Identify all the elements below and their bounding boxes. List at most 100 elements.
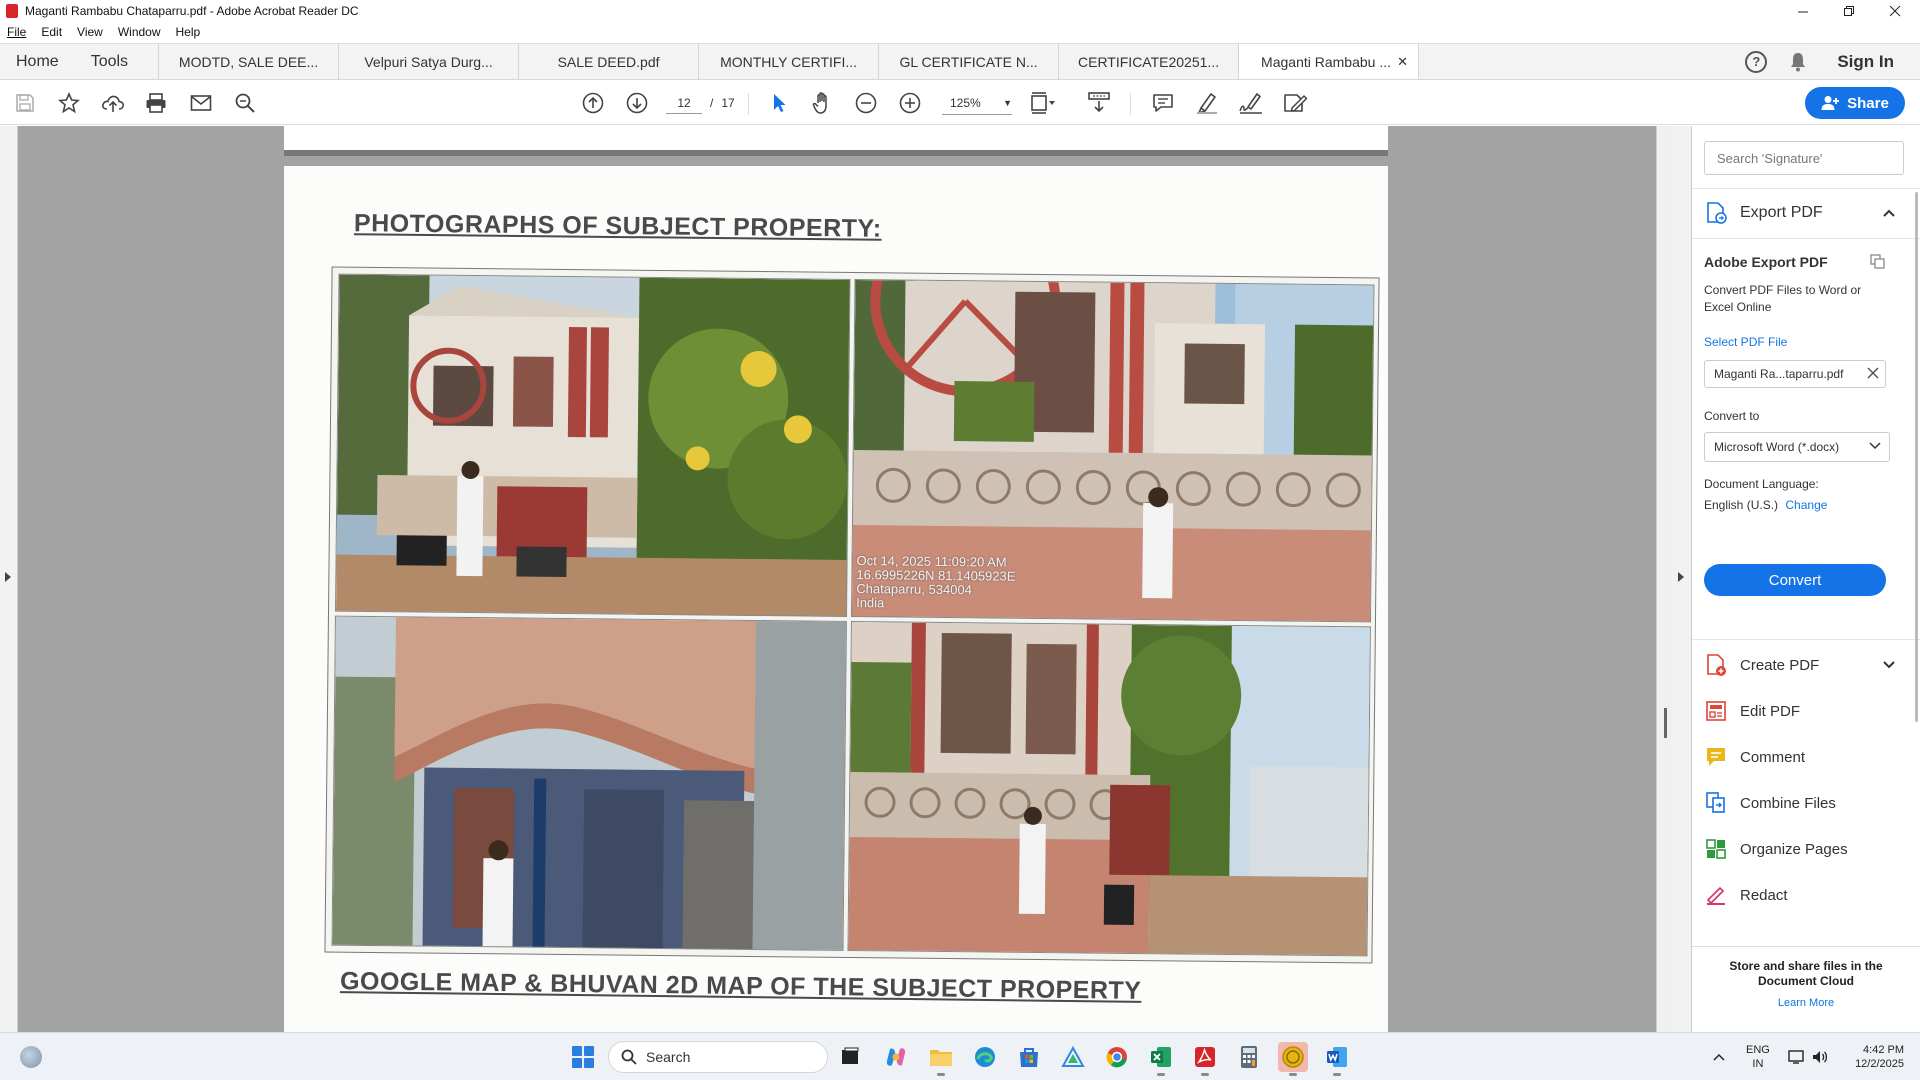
right-panel-collapse[interactable] xyxy=(1672,126,1692,1032)
tool-redact[interactable]: Redact xyxy=(1704,880,1904,910)
tab-tools[interactable]: Tools xyxy=(75,44,160,79)
tools-pane-scrollbar[interactable] xyxy=(1915,192,1918,722)
tab-close-icon[interactable]: ✕ xyxy=(1397,54,1408,70)
word-icon[interactable] xyxy=(1322,1042,1352,1076)
taskbar-search[interactable]: Search xyxy=(608,1041,828,1073)
acrobat-reader-taskbar-icon[interactable] xyxy=(1190,1042,1220,1076)
document-viewport[interactable]: PHOTOGRAPHS OF SUBJECT PROPERTY: Oct 14,… xyxy=(0,126,1680,1032)
doc-tab-active[interactable]: Maganti Rambabu ... ✕ xyxy=(1239,44,1420,79)
coin-app-icon[interactable] xyxy=(1278,1042,1308,1076)
doc-tab[interactable]: MODTD, SALE DEE... xyxy=(159,44,340,79)
hand-icon[interactable] xyxy=(810,91,836,115)
chevron-up-icon[interactable] xyxy=(1882,205,1896,221)
select-arrow-icon[interactable] xyxy=(766,91,792,115)
map-app-icon[interactable] xyxy=(1058,1042,1088,1072)
more-tools-icon[interactable] xyxy=(1282,91,1308,115)
network-icon[interactable] xyxy=(1788,1033,1806,1080)
doc-tab[interactable]: GL CERTIFICATE N... xyxy=(879,44,1060,79)
tool-label: Organize Pages xyxy=(1740,840,1848,858)
export-pdf-section-header[interactable]: Export PDF xyxy=(1704,198,1904,228)
doc-tab[interactable]: MONTHLY CERTIFI... xyxy=(699,44,880,79)
volume-icon[interactable] xyxy=(1812,1033,1828,1080)
system-clock[interactable]: 4:42 PM 12/2/2025 xyxy=(1840,1043,1904,1071)
scroll-mode-icon[interactable] xyxy=(1086,91,1112,115)
convert-button[interactable]: Convert xyxy=(1704,564,1886,596)
total-pages: 17 xyxy=(721,96,735,110)
restore-icon[interactable] xyxy=(1826,0,1872,22)
chrome-browser-icon[interactable] xyxy=(1102,1042,1132,1072)
menu-view[interactable]: View xyxy=(77,25,103,39)
edge-browser-icon[interactable] xyxy=(970,1042,1000,1072)
tool-create-pdf[interactable]: Create PDF xyxy=(1704,650,1904,680)
zoom-search-icon[interactable] xyxy=(232,91,258,115)
task-view-icon[interactable] xyxy=(835,1042,865,1072)
title-bar: Maganti Rambabu Chataparru.pdf - Adobe A… xyxy=(0,0,1920,22)
fit-page-icon[interactable] xyxy=(1030,91,1056,115)
menu-help[interactable]: Help xyxy=(176,25,201,39)
weather-widget-icon[interactable] xyxy=(20,1046,42,1068)
print-icon[interactable] xyxy=(143,91,169,115)
photos-heading: PHOTOGRAPHS OF SUBJECT PROPERTY: xyxy=(353,209,882,243)
property-photo-side: Oct 14, 2025 11:09:20 AM 16.6995226N 81.… xyxy=(850,279,1375,623)
tab-home[interactable]: Home xyxy=(0,44,75,79)
zoom-out-icon[interactable] xyxy=(853,91,879,115)
chevron-down-icon[interactable] xyxy=(1882,657,1896,673)
learn-more-link[interactable]: Learn More xyxy=(1706,997,1906,1009)
menu-file[interactable]: File xyxy=(7,25,26,39)
left-panel-toggle[interactable] xyxy=(0,126,18,1032)
tools-pane: Search 'Signature' Export PDF Adobe Expo… xyxy=(1692,126,1920,1032)
copilot-icon[interactable] xyxy=(881,1042,911,1072)
export-title: Adobe Export PDF xyxy=(1704,254,1828,270)
tab-bar: Home Tools MODTD, SALE DEE... Velpuri Sa… xyxy=(0,43,1920,80)
calculator-icon[interactable] xyxy=(1234,1042,1264,1072)
share-label: Share xyxy=(1847,94,1889,112)
tool-combine-files[interactable]: Combine Files xyxy=(1704,788,1904,818)
microsoft-store-icon[interactable] xyxy=(1014,1042,1044,1072)
doc-tab-label: Maganti Rambabu ... xyxy=(1261,53,1392,70)
save-icon[interactable] xyxy=(12,91,38,115)
excel-icon[interactable] xyxy=(1146,1042,1176,1076)
menu-window[interactable]: Window xyxy=(118,25,161,39)
upload-cloud-icon[interactable] xyxy=(100,91,126,115)
current-page-input[interactable]: 12 xyxy=(666,92,702,114)
show-hidden-icons-chevron[interactable] xyxy=(1712,1033,1726,1080)
doc-tab[interactable]: Velpuri Satya Durg... xyxy=(339,44,520,79)
notification-bell-icon[interactable] xyxy=(1789,52,1807,72)
tool-label: Edit PDF xyxy=(1740,702,1801,720)
clear-file-icon[interactable] xyxy=(1867,366,1879,382)
start-button-icon[interactable] xyxy=(572,1046,594,1068)
tool-organize-pages[interactable]: Organize Pages xyxy=(1704,834,1904,864)
change-language-link[interactable]: Change xyxy=(1785,498,1827,512)
select-pdf-file-link[interactable]: Select PDF File xyxy=(1704,335,1787,349)
doc-tab[interactable]: SALE DEED.pdf xyxy=(519,44,700,79)
copy-icon[interactable] xyxy=(1870,254,1886,273)
highlight-pen-icon[interactable] xyxy=(1194,91,1220,115)
convert-format-select[interactable]: Microsoft Word (*.docx) xyxy=(1704,432,1890,462)
close-icon[interactable] xyxy=(1872,0,1918,22)
convert-format-value: Microsoft Word (*.docx) xyxy=(1714,440,1840,454)
toolbar-divider xyxy=(748,93,749,115)
minimize-icon[interactable] xyxy=(1780,0,1826,22)
tool-edit-pdf[interactable]: Edit PDF xyxy=(1704,696,1904,726)
sign-icon[interactable] xyxy=(1238,91,1264,115)
tools-search-input[interactable]: Search 'Signature' xyxy=(1704,141,1904,175)
selected-file-field[interactable]: Maganti Ra...taparru.pdf xyxy=(1704,360,1886,388)
help-icon[interactable]: ? xyxy=(1745,50,1768,73)
share-button[interactable]: Share xyxy=(1805,87,1905,119)
tool-comment[interactable]: Comment xyxy=(1704,742,1904,772)
acrobat-app-icon xyxy=(6,4,18,18)
zoom-in-icon[interactable] xyxy=(897,91,923,115)
page-down-icon[interactable] xyxy=(624,91,650,115)
tool-label: Redact xyxy=(1740,886,1788,904)
page-up-icon[interactable] xyxy=(580,91,606,115)
scrollbar-thumb[interactable] xyxy=(1664,708,1667,738)
doc-tab[interactable]: CERTIFICATE20251... xyxy=(1059,44,1240,79)
input-language-indicator[interactable]: ENG IN xyxy=(1746,1043,1770,1071)
comment-icon[interactable] xyxy=(1150,91,1176,115)
sign-in-link[interactable]: Sign In xyxy=(1837,52,1894,72)
file-explorer-icon[interactable] xyxy=(926,1042,956,1076)
email-icon[interactable] xyxy=(188,91,214,115)
zoom-level-select[interactable]: 125% ▼ xyxy=(942,91,1012,115)
menu-edit[interactable]: Edit xyxy=(41,25,62,39)
bookmark-star-icon[interactable] xyxy=(56,91,82,115)
